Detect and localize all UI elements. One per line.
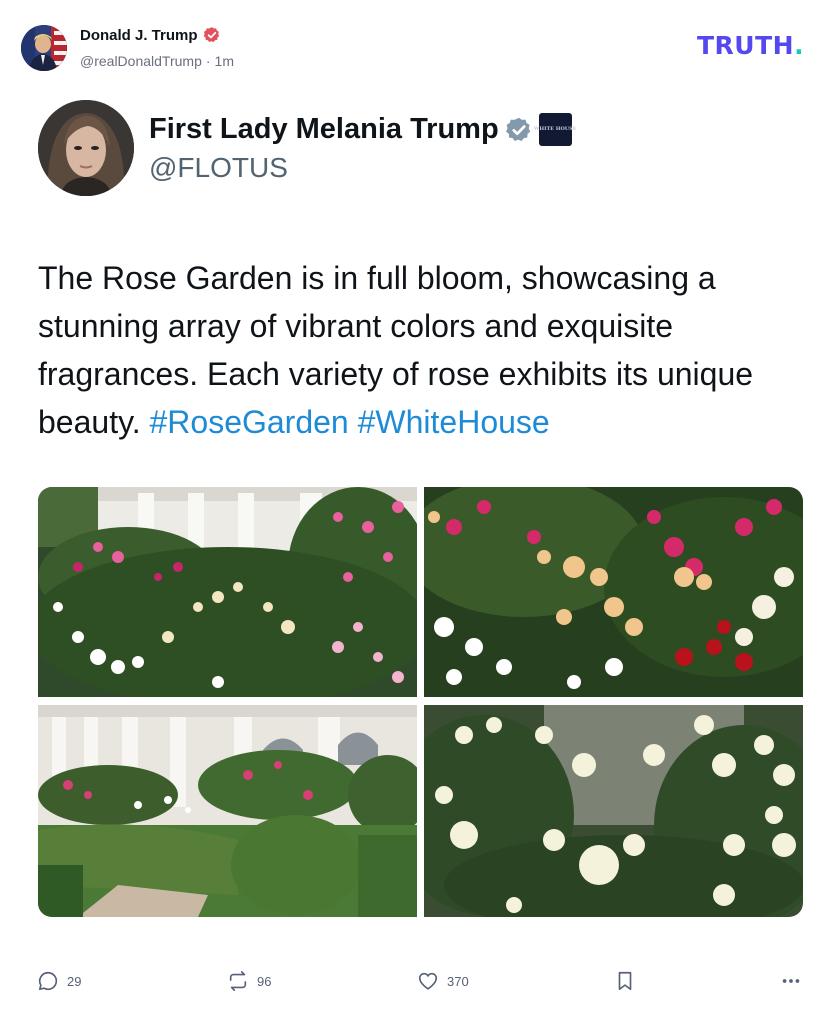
verified-badge-icon xyxy=(203,27,219,43)
author-handle[interactable]: @realDonaldTrump xyxy=(80,53,202,69)
post-time[interactable]: 1m xyxy=(215,53,234,69)
bookmark-button[interactable] xyxy=(614,970,636,992)
retruth-icon xyxy=(229,971,247,991)
logo-text: TRUTH xyxy=(697,31,795,60)
colonnade-hedges-photo[interactable] xyxy=(38,705,417,917)
white-roses-photo[interactable] xyxy=(424,705,803,917)
pink-red-yellow-roses-photo[interactable] xyxy=(424,487,803,697)
author-name[interactable]: Donald J. Trump xyxy=(80,26,221,44)
meta-separator: · xyxy=(205,53,211,69)
reply-count: 29 xyxy=(67,973,82,989)
heart-icon xyxy=(418,972,438,990)
quoted-author-avatar xyxy=(38,100,134,196)
quoted-author-handle: @FLOTUS xyxy=(149,152,288,183)
gray-verified-badge-icon xyxy=(505,117,530,141)
bookmark-icon xyxy=(618,971,632,991)
like-count: 370 xyxy=(447,973,469,989)
author-name-text: Donald J. Trump xyxy=(80,26,198,44)
retruth-button[interactable]: 96 xyxy=(227,970,271,992)
retruth-count: 96 xyxy=(257,973,272,989)
hashtag-whitehouse[interactable]: #WhiteHouse xyxy=(358,404,550,440)
truth-social-logo[interactable]: TRUTH. xyxy=(697,31,804,60)
author-avatar[interactable] xyxy=(21,25,67,71)
author-meta: @realDonaldTrump · 1m xyxy=(80,53,234,69)
image-grid xyxy=(38,487,803,917)
logo-dot: . xyxy=(794,31,805,60)
reply-button[interactable]: 29 xyxy=(37,970,81,992)
white-house-affiliation-badge: WHITE HOUSE xyxy=(534,113,577,146)
more-horizontal-icon xyxy=(782,979,800,983)
reply-icon xyxy=(38,971,58,991)
quoted-author-name: First Lady Melania Trump WHITE HOUSE xyxy=(149,113,577,146)
hashtag-rosegarden[interactable]: #RoseGarden xyxy=(149,404,348,440)
rose-garden-colonnade-photo[interactable] xyxy=(38,487,417,697)
post-header: Donald J. Trump @realDonaldTrump · 1m TR… xyxy=(0,0,840,90)
post-actions: 29 96 370 xyxy=(0,962,840,1002)
like-button[interactable]: 370 xyxy=(417,970,469,992)
quoted-post-text: The Rose Garden is in full bloom, showca… xyxy=(38,254,818,446)
more-options-button[interactable] xyxy=(780,970,802,992)
quoted-author-name-text: First Lady Melania Trump xyxy=(149,113,499,145)
